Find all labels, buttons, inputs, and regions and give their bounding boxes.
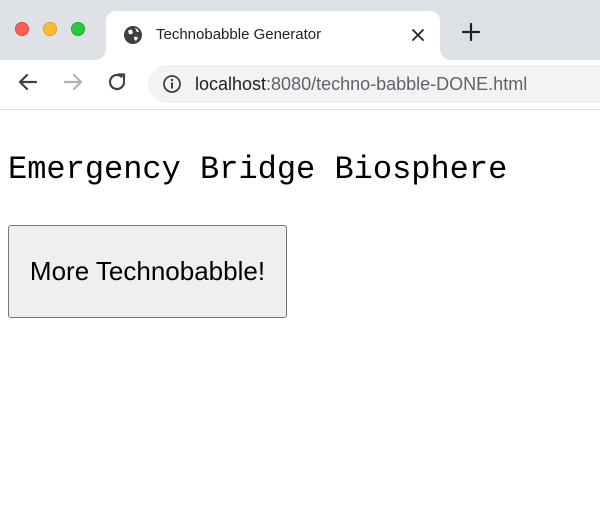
- reload-button[interactable]: [104, 71, 130, 97]
- reload-icon: [106, 71, 128, 98]
- browser-toolbar: localhost:8080/techno-babble-DONE.html: [0, 60, 600, 110]
- tab-strip: Technobabble Generator: [0, 0, 600, 60]
- forward-button[interactable]: [60, 71, 86, 97]
- back-button[interactable]: [15, 71, 41, 97]
- page-content: Emergency Bridge Biosphere More Technoba…: [0, 110, 600, 508]
- more-technobabble-button[interactable]: More Technobabble!: [8, 225, 287, 318]
- url-path: :8080/techno-babble-DONE.html: [266, 74, 528, 94]
- window-minimize-button[interactable]: [43, 22, 57, 36]
- arrow-left-icon: [17, 71, 39, 98]
- window-close-button[interactable]: [15, 22, 29, 36]
- window-zoom-button[interactable]: [71, 22, 85, 36]
- address-bar[interactable]: localhost:8080/techno-babble-DONE.html: [148, 65, 600, 103]
- plus-icon: [461, 22, 481, 47]
- active-tab[interactable]: Technobabble Generator: [96, 11, 450, 60]
- tab-title: Technobabble Generator: [156, 26, 322, 43]
- info-icon[interactable]: [162, 74, 182, 94]
- technobabble-heading: Emergency Bridge Biosphere: [8, 151, 508, 188]
- url-text[interactable]: localhost:8080/techno-babble-DONE.html: [195, 74, 527, 94]
- new-tab-button[interactable]: [459, 22, 483, 46]
- close-icon[interactable]: [408, 25, 428, 45]
- arrow-right-icon: [62, 71, 84, 98]
- globe-icon: [123, 25, 143, 45]
- url-host: localhost: [195, 74, 267, 94]
